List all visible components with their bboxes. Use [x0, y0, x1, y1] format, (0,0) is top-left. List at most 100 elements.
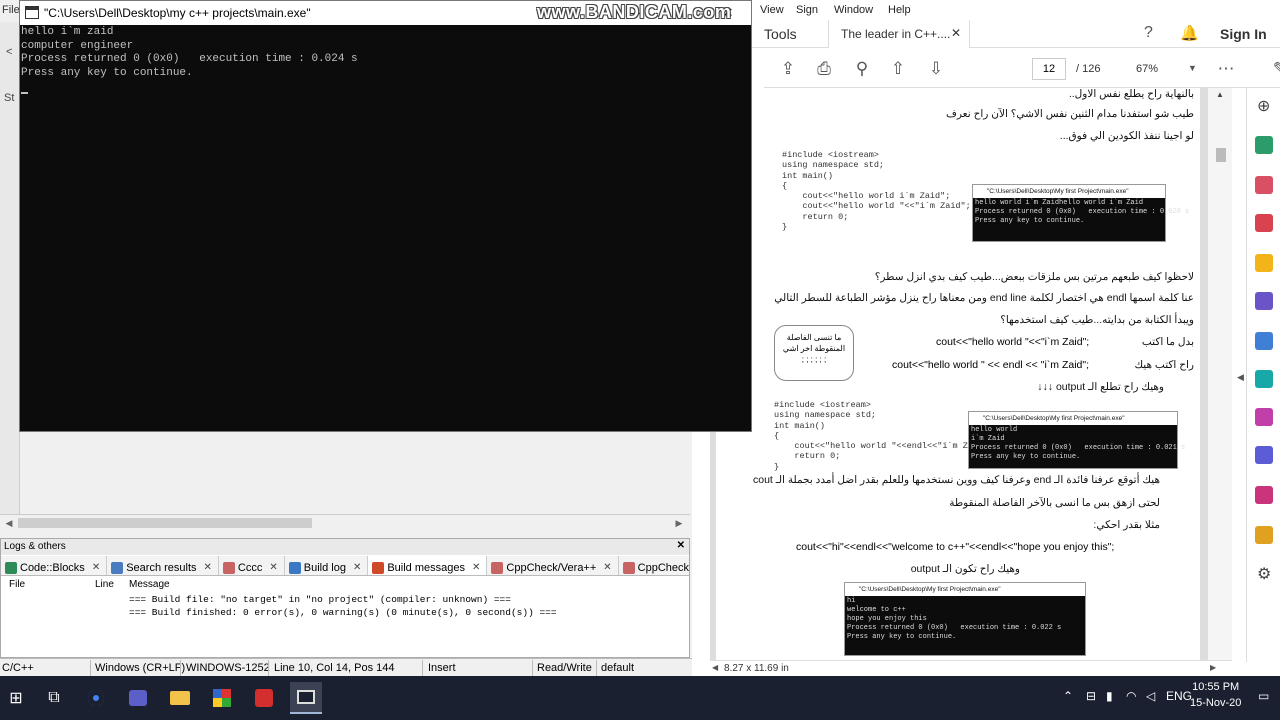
zoom-search-icon[interactable]: ⚲: [852, 59, 872, 79]
pdf-text: وهيك راح تكون الـ output: [910, 563, 1020, 575]
tab-icon: [622, 561, 635, 574]
console-taskbar-icon[interactable]: [290, 682, 322, 714]
help-icon[interactable]: ?: [1144, 24, 1153, 42]
tab-close-icon[interactable]: ✕: [603, 562, 611, 573]
tab-close-icon[interactable]: ✕: [353, 562, 361, 573]
tab-label: CppCheck/Vera: [637, 561, 689, 574]
send-for-signature-icon[interactable]: [1255, 486, 1273, 504]
wrench-icon[interactable]: ⚙: [1257, 564, 1271, 584]
console-line: Press any key to continue.: [21, 66, 193, 79]
task-view-icon[interactable]: ⧉: [38, 682, 70, 714]
edit-pdf-icon[interactable]: [1255, 214, 1273, 232]
more-tools-icon[interactable]: [1255, 526, 1273, 544]
menu-view[interactable]: View: [760, 4, 784, 16]
tab-close-icon[interactable]: ✕: [269, 562, 277, 573]
pdf-bottom-bar: 8.27 x 11.69 in ◀ ▶: [710, 660, 1232, 676]
pdf-menu-bar: View Sign Window Help: [754, 0, 1280, 20]
tab-search-results[interactable]: Search results ✕: [107, 556, 219, 575]
comment-icon[interactable]: [1255, 254, 1273, 272]
pdf-code-text: cout<<"hello world " << endl << "i`m Zai…: [892, 359, 1090, 371]
windows-taskbar: ⊞ ⧉ ⌃ ⊟ ▮ ◠ ◁ ENG 10:55 PM 15-Nov-20 ▭: [0, 676, 1280, 720]
print-icon[interactable]: ⎙: [814, 59, 834, 79]
console-image-body: hello world i`m Zaid Process returned 0 …: [969, 425, 1185, 468]
usb-icon[interactable]: ▮: [1106, 689, 1113, 703]
pen-icon[interactable]: ✎: [1270, 59, 1280, 79]
scroll-right-icon[interactable]: ▶: [672, 516, 686, 530]
status-encoding: WINDOWS-1252: [186, 662, 270, 674]
create-pdf-icon[interactable]: [1255, 176, 1273, 194]
windows-start-icon[interactable]: ⊞: [0, 682, 32, 714]
console-window[interactable]: "C:\Users\Dell\Desktop\my c++ projects\m…: [19, 0, 752, 432]
build-messages-table: File Line Message === Build file: "no ta…: [5, 579, 685, 655]
tab-document[interactable]: The leader in C++.... ✕: [828, 20, 970, 48]
scroll-right-icon[interactable]: ▶: [1210, 663, 1216, 672]
pin-icon: [372, 561, 385, 574]
tab-close-icon[interactable]: ✕: [472, 562, 480, 573]
teams-icon[interactable]: [122, 682, 154, 714]
menu-sign[interactable]: Sign: [796, 4, 818, 16]
codeblocks-icon[interactable]: [206, 682, 238, 714]
console-output[interactable]: hello i`m zaid computer engineer Process r…: [20, 25, 751, 431]
pdf-tab-bar: Tools The leader in C++.... ✕ ? 🔔 Sign I…: [692, 20, 1280, 48]
scroll-left-icon[interactable]: ◀: [2, 516, 16, 530]
zoom-in-icon[interactable]: ⊕: [1257, 96, 1270, 116]
organize-pages-icon[interactable]: [1255, 332, 1273, 350]
tab-build-messages[interactable]: Build messages ✕: [368, 556, 488, 575]
close-tab-icon[interactable]: ✕: [951, 26, 961, 40]
bandicam-watermark: www.BANDICAM.com: [537, 2, 732, 22]
more-icon[interactable]: ⋯: [1216, 59, 1236, 79]
acrobat-icon[interactable]: [248, 682, 280, 714]
console-image-title: "C:\Users\Dell\Desktop\My first Project\…: [983, 415, 1125, 422]
search-icon: [111, 561, 124, 574]
sign-in-button[interactable]: Sign In: [1220, 26, 1267, 42]
scroll-up-icon[interactable]: ▲: [1216, 90, 1224, 99]
tray-chevron-icon[interactable]: ⌃: [1063, 689, 1073, 703]
tab-cppcheck-vera-2[interactable]: CppCheck/Vera: [619, 556, 689, 575]
export-pdf-icon[interactable]: [1255, 136, 1273, 154]
logs-title: Logs & others: [4, 541, 66, 552]
notifications-icon[interactable]: ▭: [1258, 689, 1269, 703]
scroll-thumb[interactable]: [18, 518, 312, 528]
editor-horizontal-scrollbar[interactable]: ◀ ▶: [0, 514, 690, 530]
status-eol: Windows (CR+LF): [95, 662, 186, 674]
page-number-input[interactable]: 12: [1032, 58, 1066, 80]
table-row: === Build finished: 0 error(s), 0 warnin…: [129, 607, 557, 618]
close-logs-icon[interactable]: ✕: [677, 540, 685, 551]
volume-icon[interactable]: ◁: [1146, 689, 1155, 703]
tab-close-icon[interactable]: ✕: [92, 562, 100, 573]
tab-cccc[interactable]: Cccc ✕: [219, 556, 285, 575]
protect-icon[interactable]: [1255, 446, 1273, 464]
wifi-icon[interactable]: ◠: [1126, 689, 1136, 703]
combine-files-icon[interactable]: [1255, 292, 1273, 310]
bell-icon[interactable]: 🔔: [1180, 24, 1199, 42]
page-size: 8.27 x 11.69 in: [724, 663, 789, 674]
zoom-select[interactable]: 67%: [1136, 63, 1158, 75]
page-up-icon[interactable]: ⇧: [888, 59, 908, 79]
pdf-text: طيب شو استفدنا مدام الثنين نفس الاشي؟ ال…: [945, 108, 1194, 120]
scroll-thumb[interactable]: [1216, 148, 1226, 162]
tab-label: Cccc: [237, 561, 263, 574]
fill-sign-icon[interactable]: [1255, 408, 1273, 426]
tab-tools[interactable]: Tools: [764, 26, 797, 42]
system-clock[interactable]: 10:55 PM 15-Nov-20: [1190, 679, 1241, 711]
console-image-3: "C:\Users\Dell\Desktop\My first Project\…: [844, 582, 1086, 656]
chevron-down-icon[interactable]: ▼: [1188, 63, 1197, 73]
pdf-vertical-scrollbar[interactable]: ▲: [1208, 88, 1232, 662]
console-image-body: hi welcome to c++ hope you enjoy this Pr…: [845, 596, 1085, 655]
page-down-icon[interactable]: ⇩: [926, 59, 946, 79]
tab-close-icon[interactable]: ✕: [204, 562, 212, 573]
menu-window[interactable]: Window: [834, 4, 873, 16]
network-icon[interactable]: ⊟: [1086, 689, 1096, 703]
upload-icon[interactable]: ⇪: [778, 59, 798, 79]
input-language[interactable]: ENG: [1166, 689, 1192, 703]
tab-build-log[interactable]: Build log ✕: [285, 556, 369, 575]
chrome-icon[interactable]: [80, 682, 112, 714]
tab-cppcheck-vera[interactable]: CppCheck/Vera++ ✕: [487, 556, 619, 575]
note-bubble: ما تنسى الفاصلة المنقوطة اخر اشي ; ; ; ;…: [774, 325, 854, 381]
scroll-left-icon[interactable]: ◀: [712, 663, 718, 672]
tab-codeblocks[interactable]: Code::Blocks ✕: [1, 556, 108, 575]
collapse-panel-icon[interactable]: ◀: [1237, 372, 1244, 383]
menu-help[interactable]: Help: [888, 4, 911, 16]
scan-icon[interactable]: [1255, 370, 1273, 388]
file-explorer-icon[interactable]: [164, 682, 196, 714]
